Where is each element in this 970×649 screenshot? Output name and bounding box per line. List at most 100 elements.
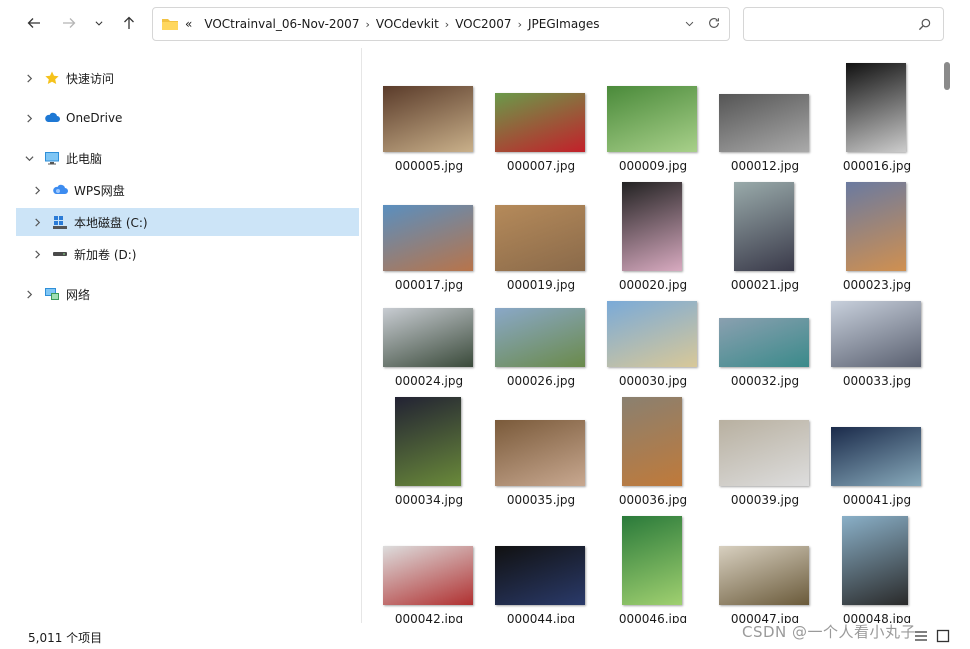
image-thumbnail[interactable] — [395, 397, 461, 486]
image-thumbnail[interactable] — [719, 318, 809, 367]
image-thumbnail[interactable] — [846, 63, 906, 152]
sidebar-item-label: 网络 — [66, 287, 91, 302]
image-thumbnail[interactable] — [495, 420, 585, 486]
chevron-right-icon[interactable] — [22, 287, 36, 301]
image-thumbnail[interactable] — [495, 546, 585, 605]
file-name[interactable]: 000023.jpg — [821, 278, 933, 292]
image-thumbnail[interactable] — [719, 94, 809, 152]
details-view-icon[interactable] — [914, 629, 928, 643]
image-thumbnail[interactable] — [495, 205, 585, 271]
sidebar-item-local-disk-c[interactable]: 本地磁盘 (C:) — [16, 208, 359, 236]
file-name[interactable]: 000046.jpg — [597, 612, 709, 623]
image-thumbnail[interactable] — [383, 546, 473, 605]
windows-drive-icon — [52, 214, 68, 230]
sidebar-item-onedrive[interactable]: OneDrive — [16, 104, 359, 132]
image-thumbnail[interactable] — [719, 546, 809, 605]
image-thumbnail[interactable] — [383, 86, 473, 152]
image-thumbnail[interactable] — [622, 397, 682, 486]
item-count: 5,011 个项目 — [28, 631, 103, 645]
file-name[interactable]: 000012.jpg — [709, 159, 821, 173]
file-name[interactable]: 000041.jpg — [821, 493, 933, 507]
arrow-up-icon — [124, 16, 134, 29]
image-thumbnail[interactable] — [607, 86, 697, 152]
file-name[interactable]: 000007.jpg — [485, 159, 597, 173]
search-icon — [918, 18, 931, 31]
file-name[interactable]: 000035.jpg — [485, 493, 597, 507]
chevron-right-icon[interactable] — [30, 183, 44, 197]
breadcrumb-voc2007[interactable]: VOC2007 — [455, 17, 511, 31]
breadcrumb-jpegimages[interactable]: JPEGImages — [528, 17, 600, 31]
file-name[interactable]: 000021.jpg — [709, 278, 821, 292]
sidebar-item-network[interactable]: 网络 — [16, 280, 359, 308]
file-name[interactable]: 000036.jpg — [597, 493, 709, 507]
image-thumbnail[interactable] — [383, 205, 473, 271]
toolbar: « VOCtrainval_06-Nov-2007 › VOCdevkit › … — [0, 0, 970, 48]
sidebar-item-quick-access[interactable]: 快速访问 — [16, 64, 359, 92]
file-name[interactable]: 000039.jpg — [709, 493, 821, 507]
back-button[interactable] — [21, 10, 47, 36]
sidebar-item-label: 本地磁盘 (C:) — [74, 215, 148, 230]
image-thumbnail[interactable] — [842, 516, 908, 605]
sidebar-item-label: 新加卷 (D:) — [74, 247, 137, 262]
chevron-right-icon[interactable] — [30, 247, 44, 261]
file-name[interactable]: 000016.jpg — [821, 159, 933, 173]
image-thumbnail[interactable] — [734, 182, 794, 271]
image-thumbnail[interactable] — [383, 308, 473, 367]
up-button[interactable] — [116, 10, 142, 36]
image-thumbnail[interactable] — [495, 93, 585, 152]
file-name[interactable]: 000024.jpg — [373, 374, 485, 388]
image-thumbnail[interactable] — [846, 182, 906, 271]
large-icons-view-icon[interactable] — [936, 629, 950, 643]
star-icon — [44, 70, 60, 86]
sidebar-item-label: OneDrive — [66, 111, 123, 125]
monitor-icon — [44, 150, 60, 166]
address-history-chevron-icon[interactable] — [684, 18, 695, 29]
file-name[interactable]: 000009.jpg — [597, 159, 709, 173]
search-input[interactable] — [743, 7, 944, 41]
forward-button[interactable] — [56, 10, 82, 36]
file-name[interactable]: 000034.jpg — [373, 493, 485, 507]
sidebar-item-this-pc[interactable]: 此电脑 — [16, 144, 359, 172]
file-name[interactable]: 000017.jpg — [373, 278, 485, 292]
breadcrumb-overflow[interactable]: « — [185, 17, 192, 31]
breadcrumb-vocdevkit[interactable]: VOCdevkit — [376, 17, 439, 31]
image-thumbnail[interactable] — [831, 301, 921, 367]
image-thumbnail[interactable] — [495, 308, 585, 367]
image-thumbnail[interactable] — [831, 427, 921, 486]
image-thumbnail[interactable] — [622, 516, 682, 605]
arrow-right-icon — [63, 18, 76, 28]
image-thumbnail[interactable] — [607, 301, 697, 367]
chevron-down-icon — [95, 21, 103, 26]
chevron-right-icon[interactable] — [22, 71, 36, 85]
sidebar-item-label: WPS网盘 — [74, 183, 125, 198]
file-name[interactable]: 000020.jpg — [597, 278, 709, 292]
file-name[interactable]: 000044.jpg — [485, 612, 597, 623]
file-name[interactable]: 000019.jpg — [485, 278, 597, 292]
navigation-pane: 快速访问 OneDrive 此电脑 WPS网盘 本地磁盘 (C:) 新加卷 (D… — [0, 48, 362, 623]
chevron-right-icon[interactable] — [22, 111, 36, 125]
file-name[interactable]: 000005.jpg — [373, 159, 485, 173]
sidebar-item-label: 快速访问 — [66, 71, 115, 86]
refresh-icon[interactable] — [707, 16, 721, 30]
image-thumbnail[interactable] — [719, 420, 809, 486]
wps-cloud-icon — [52, 182, 68, 198]
vertical-scrollbar[interactable] — [944, 62, 950, 90]
sidebar-item-wps-cloud[interactable]: WPS网盘 — [16, 176, 359, 204]
recent-locations-button[interactable] — [88, 10, 110, 36]
file-name[interactable]: 000042.jpg — [373, 612, 485, 623]
breadcrumb-separator[interactable]: › — [518, 18, 522, 31]
chevron-right-icon[interactable] — [30, 215, 44, 229]
breadcrumb-separator[interactable]: › — [445, 18, 449, 31]
file-name[interactable]: 000030.jpg — [597, 374, 709, 388]
address-bar[interactable]: « VOCtrainval_06-Nov-2007 › VOCdevkit › … — [152, 7, 730, 41]
sidebar-item-new-volume-d[interactable]: 新加卷 (D:) — [16, 240, 359, 268]
file-view: 000005.jpg 000007.jpg 000009.jpg 000012.jpg… — [363, 48, 960, 623]
cloud-icon — [44, 110, 60, 126]
image-thumbnail[interactable] — [622, 182, 682, 271]
chevron-down-icon[interactable] — [22, 151, 36, 165]
file-name[interactable]: 000032.jpg — [709, 374, 821, 388]
breadcrumb-separator[interactable]: › — [365, 18, 369, 31]
breadcrumb-voctrainval[interactable]: VOCtrainval_06-Nov-2007 — [204, 17, 359, 31]
file-name[interactable]: 000026.jpg — [485, 374, 597, 388]
file-name[interactable]: 000033.jpg — [821, 374, 933, 388]
